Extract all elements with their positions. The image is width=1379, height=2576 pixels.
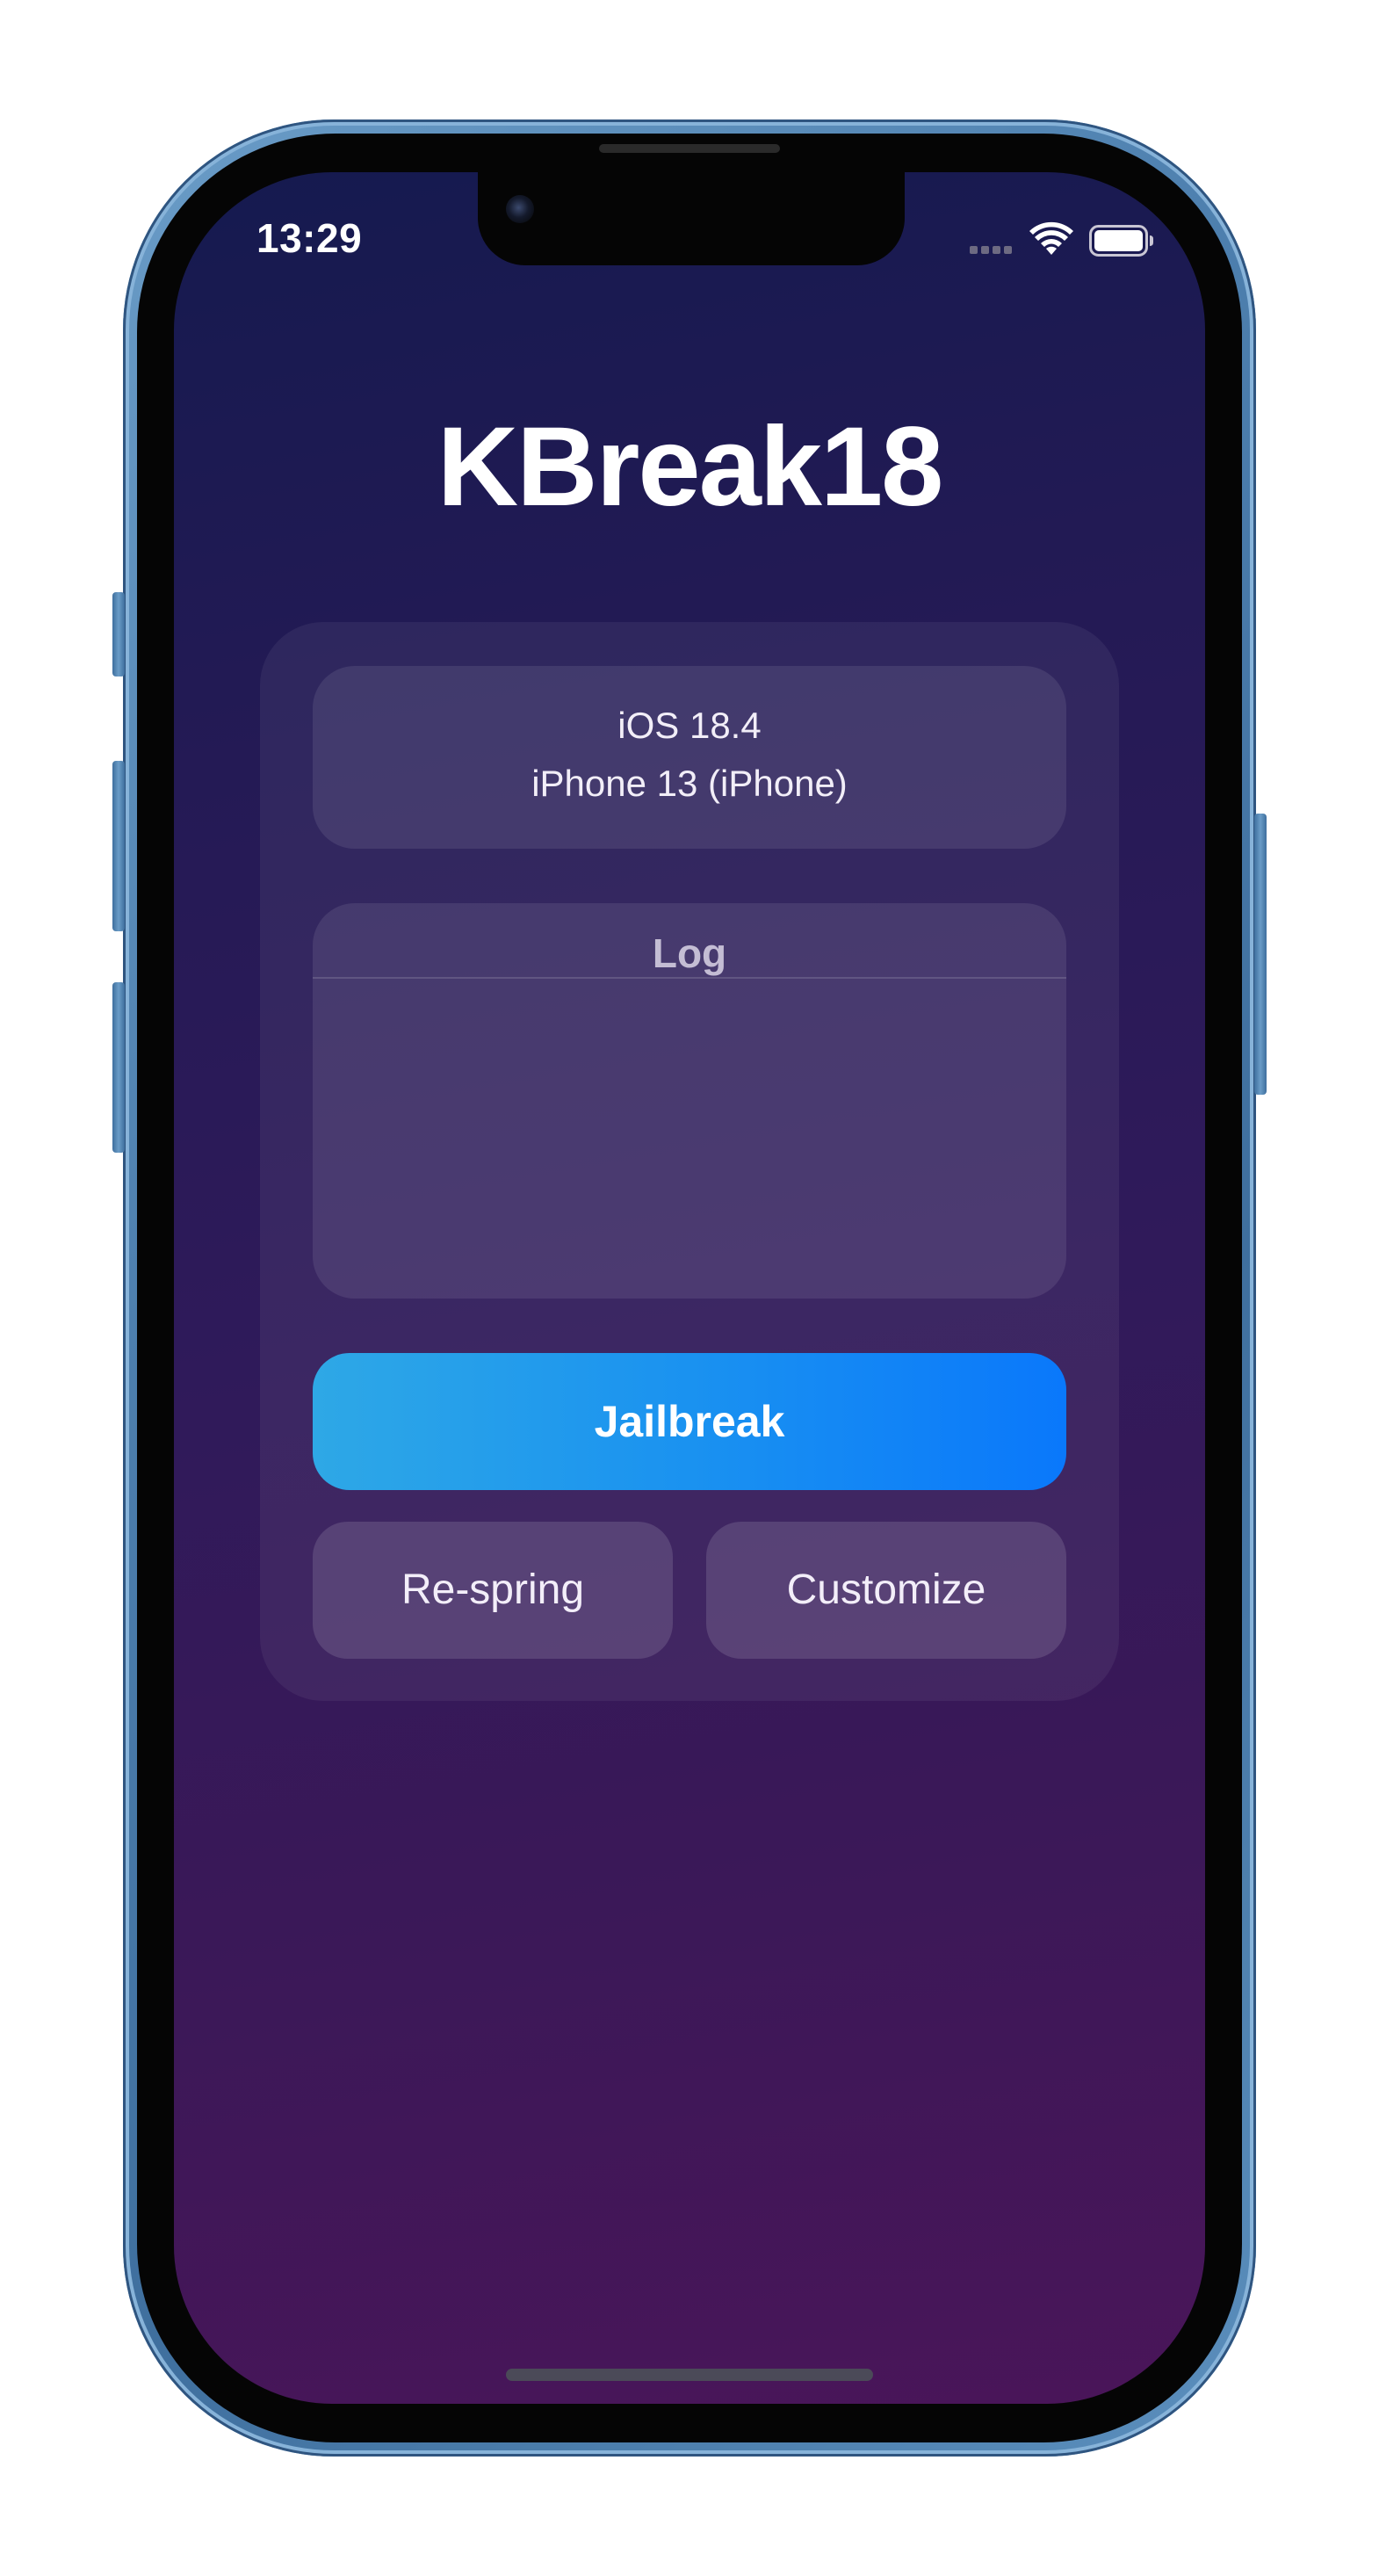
power-button (1254, 814, 1267, 1095)
volume-up-button (112, 761, 125, 931)
volume-down-button (112, 982, 125, 1153)
device-model: iPhone 13 (iPhone) (531, 763, 848, 804)
customize-button[interactable]: Customize (706, 1522, 1066, 1659)
respring-button[interactable]: Re-spring (313, 1522, 673, 1659)
earpiece-speaker (599, 144, 780, 153)
jailbreak-button[interactable]: Jailbreak (313, 1353, 1066, 1490)
cellular-signal-icon (970, 246, 1015, 255)
log-output[interactable] (313, 979, 1066, 1299)
notch (478, 172, 905, 265)
log-title: Log (652, 930, 727, 976)
device-info-card: iOS 18.4 iPhone 13 (iPhone) (313, 666, 1066, 849)
battery-icon (1089, 225, 1153, 257)
screen: 13:29 KBreak18 iOS 18.4 iPhone 13 (iPhon… (174, 172, 1205, 2404)
main-panel: iOS 18.4 iPhone 13 (iPhone) Log Jailbrea… (260, 622, 1119, 1701)
wifi-icon (1029, 221, 1073, 255)
front-camera (506, 195, 534, 223)
home-indicator[interactable] (506, 2369, 873, 2381)
silent-switch (112, 592, 125, 677)
log-card: Log (313, 903, 1066, 1299)
app-title: KBreak18 (437, 404, 944, 530)
status-time: 13:29 (256, 215, 363, 261)
os-version: iOS 18.4 (617, 705, 762, 746)
